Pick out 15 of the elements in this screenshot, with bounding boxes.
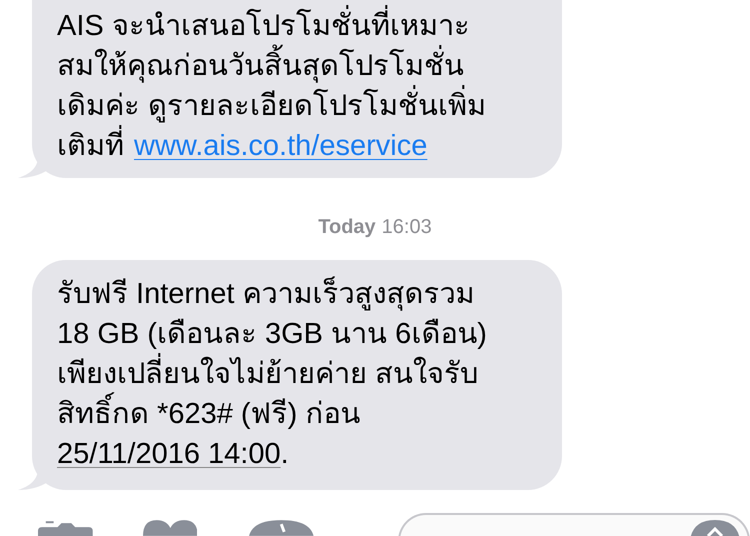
- timestamp-day: Today: [318, 212, 376, 242]
- date-link[interactable]: 25/11/2016 14:00: [57, 434, 281, 474]
- message-text: .: [280, 437, 289, 472]
- message-text: เติมที่: [57, 126, 124, 166]
- message-text: AIS จะนำเสนอโปรโมชั่นที่เหมาะ: [57, 6, 470, 46]
- heart-icon[interactable]: [142, 520, 198, 536]
- timestamp-time: 16:03: [382, 215, 432, 240]
- app-store-icon[interactable]: [249, 520, 314, 536]
- camera-icon[interactable]: [38, 521, 93, 536]
- message-text: เดิมค่ะ ดูรายละเอียดโปรโมชั่นเพิ่ม: [57, 86, 486, 126]
- message-text: สิทธิ์กด *623# (ฟรี) ก่อน: [57, 394, 360, 434]
- message-text: 18 GB (เดือนละ 3GB นาน 6เดือน): [57, 317, 487, 352]
- message-text: รับฟรี Internet ความเร็วสูงสุดรวม: [57, 275, 474, 313]
- send-icon[interactable]: [690, 520, 740, 536]
- message-text: สมให้คุณก่อนวันสิ้นสุดโปรโมชั่น: [57, 46, 464, 86]
